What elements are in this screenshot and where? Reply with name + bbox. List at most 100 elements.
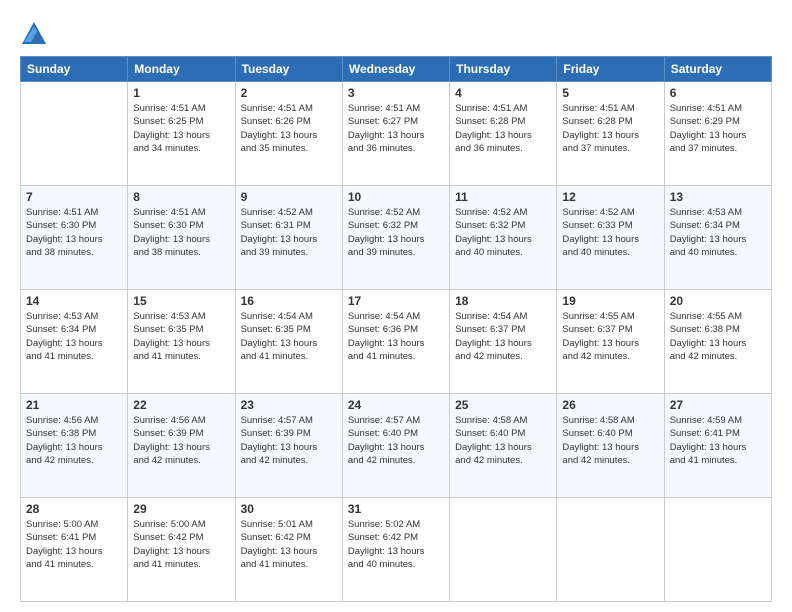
day-number: 11	[455, 190, 551, 204]
calendar-cell: 25Sunrise: 4:58 AM Sunset: 6:40 PM Dayli…	[450, 394, 557, 498]
day-number: 3	[348, 86, 444, 100]
day-number: 30	[241, 502, 337, 516]
day-number: 29	[133, 502, 229, 516]
calendar-cell: 20 Sunrise: 4:55 AM Sunset: 6:38 PM Dayli…	[664, 290, 771, 394]
day-number: 12	[562, 190, 658, 204]
calendar-cell	[664, 498, 771, 602]
calendar-cell: 29 Sunrise: 5:00 AM Sunset: 6:42 PM Dayli…	[128, 498, 235, 602]
day-info: Sunrise: 4:51 AM Sunset: 6:27 PM Dayligh…	[348, 102, 444, 155]
day-info: Sunrise: 4:56 AM Sunset: 6:39 PM Dayligh…	[133, 414, 229, 467]
calendar-header-sunday: Sunday	[21, 57, 128, 82]
day-number: 2	[241, 86, 337, 100]
day-number: 31	[348, 502, 444, 516]
day-number: 25	[455, 398, 551, 412]
day-number: 8	[133, 190, 229, 204]
day-info: Sunrise: 4:54 AM Sunset: 6:37 PM Dayligh…	[455, 310, 551, 363]
day-number: 13	[670, 190, 766, 204]
calendar-cell	[21, 82, 128, 186]
day-number: 22	[133, 398, 229, 412]
day-info: Sunrise: 5:00 AM Sunset: 6:41 PM Dayligh…	[26, 518, 122, 571]
day-number: 7	[26, 190, 122, 204]
day-info: Sunrise: 4:52 AM Sunset: 6:32 PM Dayligh…	[455, 206, 551, 259]
day-number: 6	[670, 86, 766, 100]
day-number: 21	[26, 398, 122, 412]
header	[20, 16, 772, 48]
day-number: 26	[562, 398, 658, 412]
day-info: Sunrise: 4:59 AM Sunset: 6:41 PM Dayligh…	[670, 414, 766, 467]
calendar-cell: 31 Sunrise: 5:02 AM Sunset: 6:42 PM Dayli…	[342, 498, 449, 602]
day-info: Sunrise: 4:54 AM Sunset: 6:36 PM Dayligh…	[348, 310, 444, 363]
day-info: Sunrise: 4:51 AM Sunset: 6:26 PM Dayligh…	[241, 102, 337, 155]
calendar-header-tuesday: Tuesday	[235, 57, 342, 82]
day-number: 1	[133, 86, 229, 100]
calendar-cell: 4 Sunrise: 4:51 AM Sunset: 6:28 PM Daylig…	[450, 82, 557, 186]
calendar-week-row: 1 Sunrise: 4:51 AM Sunset: 6:25 PM Daylig…	[21, 82, 772, 186]
calendar-cell: 28 Sunrise: 5:00 AM Sunset: 6:41 PM Dayli…	[21, 498, 128, 602]
calendar-cell: 2 Sunrise: 4:51 AM Sunset: 6:26 PM Daylig…	[235, 82, 342, 186]
calendar-cell: 13 Sunrise: 4:53 AM Sunset: 6:34 PM Dayli…	[664, 186, 771, 290]
day-number: 18	[455, 294, 551, 308]
calendar-week-row: 7 Sunrise: 4:51 AM Sunset: 6:30 PM Daylig…	[21, 186, 772, 290]
day-number: 27	[670, 398, 766, 412]
calendar-cell: 7 Sunrise: 4:51 AM Sunset: 6:30 PM Daylig…	[21, 186, 128, 290]
calendar-cell: 3 Sunrise: 4:51 AM Sunset: 6:27 PM Daylig…	[342, 82, 449, 186]
calendar-cell: 21 Sunrise: 4:56 AM Sunset: 6:38 PM Dayli…	[21, 394, 128, 498]
calendar-cell: 19Sunrise: 4:55 AM Sunset: 6:37 PM Dayli…	[557, 290, 664, 394]
calendar-header-row: SundayMondayTuesdayWednesdayThursdayFrid…	[21, 57, 772, 82]
day-info: Sunrise: 5:02 AM Sunset: 6:42 PM Dayligh…	[348, 518, 444, 571]
calendar-cell: 17 Sunrise: 4:54 AM Sunset: 6:36 PM Dayli…	[342, 290, 449, 394]
day-info: Sunrise: 4:58 AM Sunset: 6:40 PM Dayligh…	[562, 414, 658, 467]
day-info: Sunrise: 4:52 AM Sunset: 6:33 PM Dayligh…	[562, 206, 658, 259]
day-info: Sunrise: 4:53 AM Sunset: 6:35 PM Dayligh…	[133, 310, 229, 363]
calendar-cell: 12 Sunrise: 4:52 AM Sunset: 6:33 PM Dayli…	[557, 186, 664, 290]
day-number: 4	[455, 86, 551, 100]
calendar-cell: 11 Sunrise: 4:52 AM Sunset: 6:32 PM Dayli…	[450, 186, 557, 290]
day-number: 5	[562, 86, 658, 100]
calendar-header-saturday: Saturday	[664, 57, 771, 82]
day-info: Sunrise: 4:53 AM Sunset: 6:34 PM Dayligh…	[26, 310, 122, 363]
calendar-header-thursday: Thursday	[450, 57, 557, 82]
calendar-week-row: 14 Sunrise: 4:53 AM Sunset: 6:34 PM Dayli…	[21, 290, 772, 394]
calendar-cell: 26 Sunrise: 4:58 AM Sunset: 6:40 PM Dayli…	[557, 394, 664, 498]
day-number: 20	[670, 294, 766, 308]
day-number: 9	[241, 190, 337, 204]
day-number: 17	[348, 294, 444, 308]
calendar-week-row: 21 Sunrise: 4:56 AM Sunset: 6:38 PM Dayli…	[21, 394, 772, 498]
calendar-cell	[450, 498, 557, 602]
calendar-cell	[557, 498, 664, 602]
calendar-cell: 10 Sunrise: 4:52 AM Sunset: 6:32 PM Dayli…	[342, 186, 449, 290]
logo	[20, 20, 52, 48]
day-info: Sunrise: 4:52 AM Sunset: 6:32 PM Dayligh…	[348, 206, 444, 259]
day-info: Sunrise: 4:55 AM Sunset: 6:37 PM Dayligh…	[562, 310, 658, 363]
day-info: Sunrise: 4:57 AM Sunset: 6:40 PM Dayligh…	[348, 414, 444, 467]
day-info: Sunrise: 4:53 AM Sunset: 6:34 PM Dayligh…	[670, 206, 766, 259]
calendar-week-row: 28 Sunrise: 5:00 AM Sunset: 6:41 PM Dayli…	[21, 498, 772, 602]
day-info: Sunrise: 4:51 AM Sunset: 6:30 PM Dayligh…	[26, 206, 122, 259]
day-info: Sunrise: 4:51 AM Sunset: 6:28 PM Dayligh…	[455, 102, 551, 155]
day-number: 28	[26, 502, 122, 516]
day-info: Sunrise: 4:57 AM Sunset: 6:39 PM Dayligh…	[241, 414, 337, 467]
day-info: Sunrise: 4:56 AM Sunset: 6:38 PM Dayligh…	[26, 414, 122, 467]
day-number: 10	[348, 190, 444, 204]
calendar-cell: 18 Sunrise: 4:54 AM Sunset: 6:37 PM Dayli…	[450, 290, 557, 394]
calendar-cell: 22 Sunrise: 4:56 AM Sunset: 6:39 PM Dayli…	[128, 394, 235, 498]
day-info: Sunrise: 5:01 AM Sunset: 6:42 PM Dayligh…	[241, 518, 337, 571]
calendar-cell: 24Sunrise: 4:57 AM Sunset: 6:40 PM Dayli…	[342, 394, 449, 498]
calendar-cell: 6Sunrise: 4:51 AM Sunset: 6:29 PM Daylig…	[664, 82, 771, 186]
day-info: Sunrise: 4:51 AM Sunset: 6:25 PM Dayligh…	[133, 102, 229, 155]
day-number: 23	[241, 398, 337, 412]
calendar-table: SundayMondayTuesdayWednesdayThursdayFrid…	[20, 56, 772, 602]
day-number: 14	[26, 294, 122, 308]
day-info: Sunrise: 4:54 AM Sunset: 6:35 PM Dayligh…	[241, 310, 337, 363]
calendar-cell: 30 Sunrise: 5:01 AM Sunset: 6:42 PM Dayli…	[235, 498, 342, 602]
day-number: 16	[241, 294, 337, 308]
calendar-cell: 9 Sunrise: 4:52 AM Sunset: 6:31 PM Daylig…	[235, 186, 342, 290]
calendar-cell: 15Sunrise: 4:53 AM Sunset: 6:35 PM Dayli…	[128, 290, 235, 394]
day-info: Sunrise: 4:55 AM Sunset: 6:38 PM Dayligh…	[670, 310, 766, 363]
calendar-header-wednesday: Wednesday	[342, 57, 449, 82]
day-info: Sunrise: 5:00 AM Sunset: 6:42 PM Dayligh…	[133, 518, 229, 571]
calendar-cell: 14 Sunrise: 4:53 AM Sunset: 6:34 PM Dayli…	[21, 290, 128, 394]
day-info: Sunrise: 4:52 AM Sunset: 6:31 PM Dayligh…	[241, 206, 337, 259]
calendar-cell: 23 Sunrise: 4:57 AM Sunset: 6:39 PM Dayli…	[235, 394, 342, 498]
calendar-cell: 27 Sunrise: 4:59 AM Sunset: 6:41 PM Dayli…	[664, 394, 771, 498]
